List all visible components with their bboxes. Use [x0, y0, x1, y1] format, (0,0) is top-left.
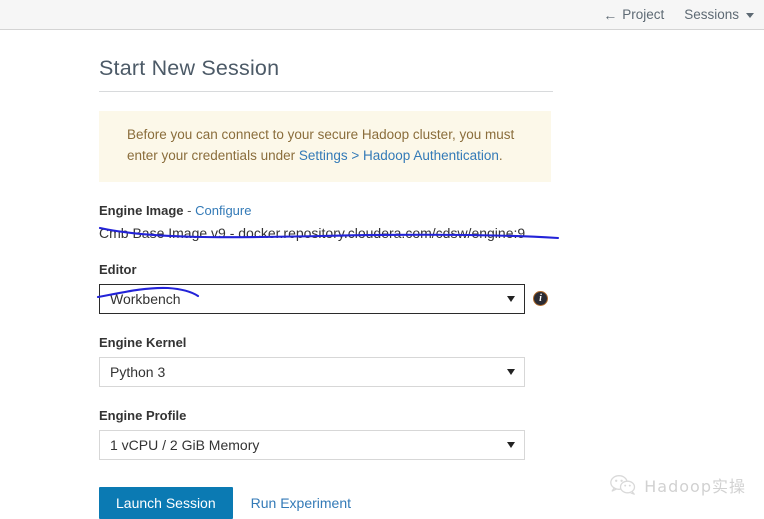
wechat-icon [610, 475, 636, 495]
caret-down-icon [507, 295, 515, 302]
editor-label: Editor [99, 261, 137, 277]
action-button-row: Launch Session Run Experiment [99, 486, 659, 519]
nav-sessions-dropdown[interactable]: Sessions [684, 7, 754, 22]
engine-image-label-row: Engine Image - Configure [99, 203, 659, 218]
engine-profile-select-value: 1 vCPU / 2 GiB Memory [110, 436, 260, 453]
engine-profile-select[interactable]: 1 vCPU / 2 GiB Memory [99, 429, 525, 460]
title-divider [99, 91, 553, 92]
watermark: Hadoop实操 [609, 473, 746, 497]
editor-select-row: Workbench i [99, 283, 659, 314]
hadoop-auth-warning-banner: Before you can connect to your secure Ha… [99, 111, 551, 182]
engine-image-separator: - [183, 202, 196, 218]
hadoop-authentication-settings-link[interactable]: Settings > Hadoop Authentication [299, 148, 499, 163]
engine-kernel-select-value: Python 3 [110, 363, 166, 380]
top-nav-links: ← Project Sessions [603, 0, 754, 29]
arrow-left-icon: ← [603, 6, 618, 23]
nav-project-link[interactable]: ← Project [603, 7, 664, 22]
launch-session-button[interactable]: Launch Session [99, 486, 233, 519]
warning-text-after: . [498, 147, 503, 163]
engine-image-label: Engine Image [99, 202, 184, 218]
nav-project-label: Project [622, 7, 665, 22]
configure-engine-image-link[interactable]: Configure [195, 203, 251, 218]
caret-down-icon [746, 13, 754, 18]
engine-kernel-select-row: Python 3 [99, 356, 659, 387]
engine-kernel-label: Engine Kernel [99, 334, 187, 350]
nav-sessions-label: Sessions [684, 7, 739, 22]
engine-image-value: Cmb Base Image v9 - docker.repository.cl… [99, 224, 526, 241]
editor-select-value: Workbench [110, 290, 181, 307]
engine-kernel-select[interactable]: Python 3 [99, 356, 525, 387]
caret-down-icon [507, 441, 515, 448]
main-content: Start New Session Before you can connect… [99, 30, 659, 519]
run-experiment-link[interactable]: Run Experiment [251, 495, 351, 511]
top-navigation-bar: ← Project Sessions [0, 0, 764, 30]
caret-down-icon [507, 368, 515, 375]
page-title: Start New Session [99, 56, 280, 80]
editor-info-icon[interactable]: i [534, 292, 547, 306]
engine-profile-select-row: 1 vCPU / 2 GiB Memory [99, 429, 659, 460]
editor-select[interactable]: Workbench [99, 283, 525, 314]
engine-profile-label: Engine Profile [99, 407, 187, 423]
watermark-text: Hadoop实操 [644, 477, 746, 496]
